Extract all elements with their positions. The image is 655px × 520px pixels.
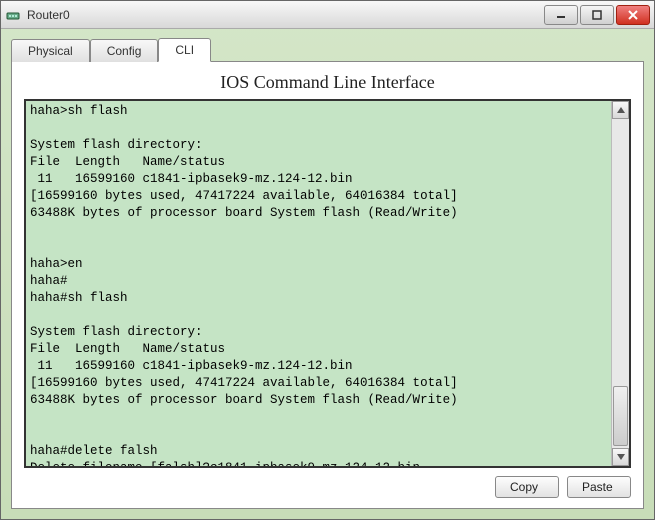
terminal-scrollbar (611, 101, 629, 466)
panel-title: IOS Command Line Interface (24, 72, 631, 93)
window-title: Router0 (27, 8, 542, 22)
scroll-track[interactable] (612, 119, 629, 448)
tab-strip: Physical Config CLI (11, 35, 644, 61)
close-button[interactable] (616, 5, 650, 25)
terminal-container: haha>sh flash System flash directory: Fi… (24, 99, 631, 468)
cli-panel: IOS Command Line Interface haha>sh flash… (11, 61, 644, 509)
paste-button[interactable]: Paste (567, 476, 631, 498)
scroll-thumb[interactable] (613, 386, 628, 446)
tab-cli[interactable]: CLI (158, 38, 211, 62)
content-area: Physical Config CLI IOS Command Line Int… (1, 29, 654, 519)
titlebar: Router0 (1, 1, 654, 29)
app-icon (5, 7, 21, 23)
maximize-button[interactable] (580, 5, 614, 25)
minimize-button[interactable] (544, 5, 578, 25)
terminal-output[interactable]: haha>sh flash System flash directory: Fi… (26, 101, 611, 466)
tab-config[interactable]: Config (90, 39, 159, 62)
scroll-down-button[interactable] (612, 448, 629, 466)
scroll-up-button[interactable] (612, 101, 629, 119)
copy-button[interactable]: Copy (495, 476, 559, 498)
window-controls (542, 5, 650, 25)
tab-physical[interactable]: Physical (11, 39, 90, 62)
button-row: Copy Paste (24, 476, 631, 498)
